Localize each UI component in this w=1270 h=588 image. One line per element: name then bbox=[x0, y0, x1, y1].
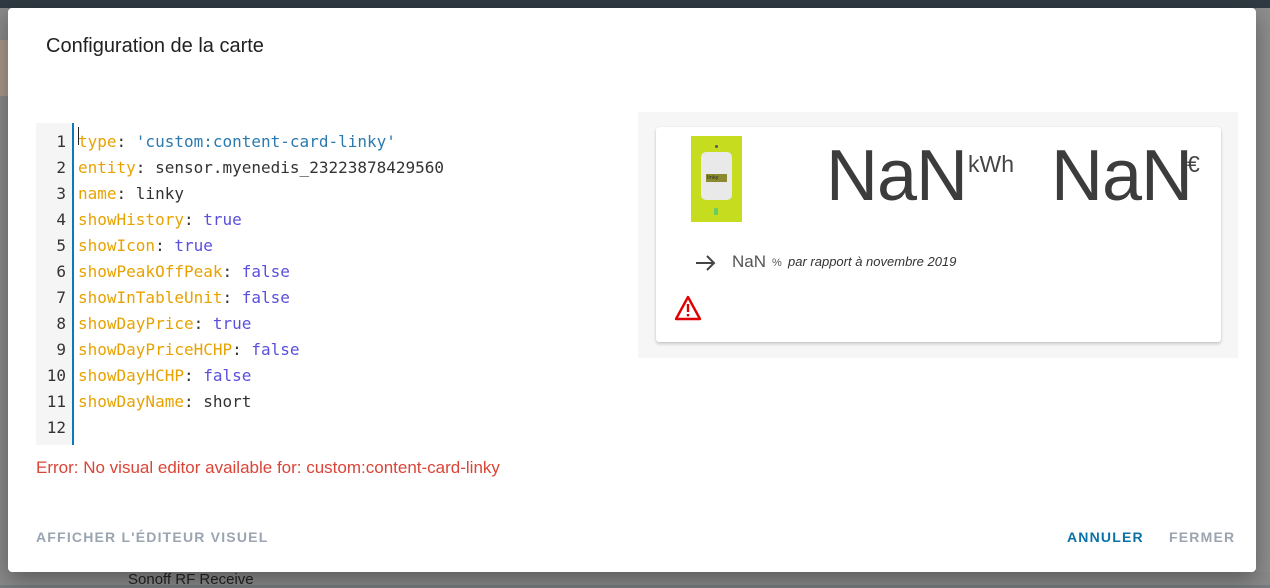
price-value: NaN bbox=[1051, 136, 1193, 216]
code-text: entity: sensor.myenedis_23223878429560 bbox=[78, 155, 444, 181]
meter-led bbox=[715, 145, 718, 148]
yaml-key: showDayPriceHCHP bbox=[78, 340, 233, 359]
line-number: 6 bbox=[56, 262, 66, 281]
line-number: 4 bbox=[56, 210, 66, 229]
cancel-button[interactable]: ANNULER bbox=[1067, 529, 1144, 545]
code-text: type: 'custom:content-card-linky' bbox=[78, 129, 396, 155]
code-text: showDayName: short bbox=[78, 389, 251, 415]
code-line[interactable]: 11 showDayName: short bbox=[36, 389, 606, 415]
arrow-right-icon bbox=[696, 255, 716, 271]
yaml-key: type bbox=[78, 132, 117, 151]
yaml-value: false bbox=[241, 262, 290, 281]
code-text: showHistory: true bbox=[78, 207, 242, 233]
line-number: 3 bbox=[56, 184, 66, 203]
yaml-key: showPeakOffPeak bbox=[78, 262, 223, 281]
yaml-value: true bbox=[203, 210, 242, 229]
yaml-separator: : bbox=[183, 366, 204, 385]
code-text: showDayHCHP: false bbox=[78, 363, 251, 389]
line-number: 10 bbox=[46, 366, 66, 385]
line-number: 12 bbox=[46, 418, 66, 437]
yaml-value: true bbox=[174, 236, 213, 255]
background-entity-label: Sonoff RF Receive bbox=[128, 571, 254, 588]
code-line[interactable]: 6 showPeakOffPeak: false bbox=[36, 259, 606, 285]
show-visual-editor-button[interactable]: AFFICHER L'ÉDITEUR VISUEL bbox=[36, 529, 268, 545]
meter-body: linky bbox=[701, 152, 732, 200]
yaml-separator: : bbox=[183, 392, 204, 411]
trend-value: NaN bbox=[732, 252, 767, 271]
yaml-key: showDayHCHP bbox=[78, 366, 184, 385]
code-text: name: linky bbox=[78, 181, 184, 207]
yaml-key: showHistory bbox=[78, 210, 184, 229]
dialog-title: Configuration de la carte bbox=[46, 35, 264, 57]
line-number: 5 bbox=[56, 236, 66, 255]
yaml-key: showDayPrice bbox=[78, 314, 194, 333]
yaml-separator: : bbox=[222, 262, 242, 281]
warning-triangle-icon bbox=[674, 295, 702, 321]
code-line[interactable]: 2 entity: sensor.myenedis_23223878429560 bbox=[36, 155, 606, 181]
linky-meter-image: linky bbox=[691, 136, 742, 222]
code-line[interactable]: 7 showInTableUnit: false bbox=[36, 285, 606, 311]
code-text: showDayPrice: true bbox=[78, 311, 251, 337]
line-number: 1 bbox=[56, 132, 66, 151]
code-line[interactable]: 10 showDayHCHP: false bbox=[36, 363, 606, 389]
meter-brand-label: linky bbox=[707, 175, 719, 181]
yaml-value: false bbox=[241, 288, 290, 307]
yaml-value: linky bbox=[135, 184, 184, 203]
yaml-value: false bbox=[251, 340, 300, 359]
background-left-panel bbox=[0, 8, 8, 585]
error-message: Error: No visual editor available for: c… bbox=[36, 458, 500, 477]
trend-unit: % bbox=[772, 257, 782, 269]
yaml-key: showInTableUnit bbox=[78, 288, 223, 307]
card-preview-area: linky NaN kWh NaN € NaN % par rapport à … bbox=[638, 112, 1238, 358]
yaml-key: name bbox=[78, 184, 117, 203]
consumption-value: NaN bbox=[826, 136, 968, 216]
background-right-panel bbox=[1256, 8, 1270, 585]
line-number: 11 bbox=[46, 392, 66, 411]
text-cursor bbox=[78, 127, 79, 145]
yaml-value: short bbox=[203, 392, 252, 411]
line-number: 2 bbox=[56, 158, 66, 177]
code-text: showInTableUnit: false bbox=[78, 285, 290, 311]
code-text: showIcon: true bbox=[78, 233, 213, 259]
code-line[interactable]: 1 type: 'custom:content-card-linky' bbox=[36, 129, 606, 155]
yaml-separator: : bbox=[183, 210, 204, 229]
code-lines[interactable]: 1 type: 'custom:content-card-linky' 2 entit… bbox=[36, 129, 606, 441]
yaml-code-editor[interactable]: 1 type: 'custom:content-card-linky' 2 entit… bbox=[36, 123, 606, 445]
yaml-separator: : bbox=[116, 132, 136, 151]
yaml-separator: : bbox=[116, 184, 136, 203]
yaml-value: true bbox=[212, 314, 252, 333]
code-line[interactable]: 9 showDayPriceHCHP: false bbox=[36, 337, 606, 363]
close-button[interactable]: FERMER bbox=[1169, 529, 1235, 545]
yaml-value: sensor.myenedis_23223878429560 bbox=[155, 158, 445, 177]
yaml-separator: : bbox=[135, 158, 156, 177]
yaml-separator: : bbox=[193, 314, 213, 333]
code-line[interactable]: 5 showIcon: true bbox=[36, 233, 606, 259]
trend-comparison: par rapport à novembre 2019 bbox=[788, 254, 957, 269]
line-number: 7 bbox=[56, 288, 66, 307]
line-number: 9 bbox=[56, 340, 66, 359]
meter-plug bbox=[714, 208, 718, 215]
yaml-value: false bbox=[203, 366, 252, 385]
yaml-separator: : bbox=[222, 288, 242, 307]
price-unit: € bbox=[1187, 151, 1200, 177]
code-line[interactable]: 8 showDayPrice: true bbox=[36, 311, 606, 337]
yaml-key: showDayName bbox=[78, 392, 184, 411]
code-line[interactable]: 12 bbox=[36, 415, 606, 441]
code-text: showDayPriceHCHP: false bbox=[78, 337, 300, 363]
background-accent bbox=[0, 40, 8, 96]
yaml-value: 'custom:content-card-linky' bbox=[135, 132, 396, 151]
code-line[interactable]: 4 showHistory: true bbox=[36, 207, 606, 233]
linky-card: linky NaN kWh NaN € NaN % par rapport à … bbox=[656, 127, 1221, 342]
yaml-key: entity bbox=[78, 158, 136, 177]
card-config-dialog: Configuration de la carte 1 type: 'custom… bbox=[8, 8, 1256, 572]
yaml-key: showIcon bbox=[78, 236, 156, 255]
line-number: 8 bbox=[56, 314, 66, 333]
yaml-separator: : bbox=[232, 340, 252, 359]
background-header bbox=[0, 0, 1270, 8]
yaml-separator: : bbox=[155, 236, 175, 255]
code-text: showPeakOffPeak: false bbox=[78, 259, 290, 285]
consumption-unit: kWh bbox=[968, 151, 1014, 177]
code-line[interactable]: 3 name: linky bbox=[36, 181, 606, 207]
